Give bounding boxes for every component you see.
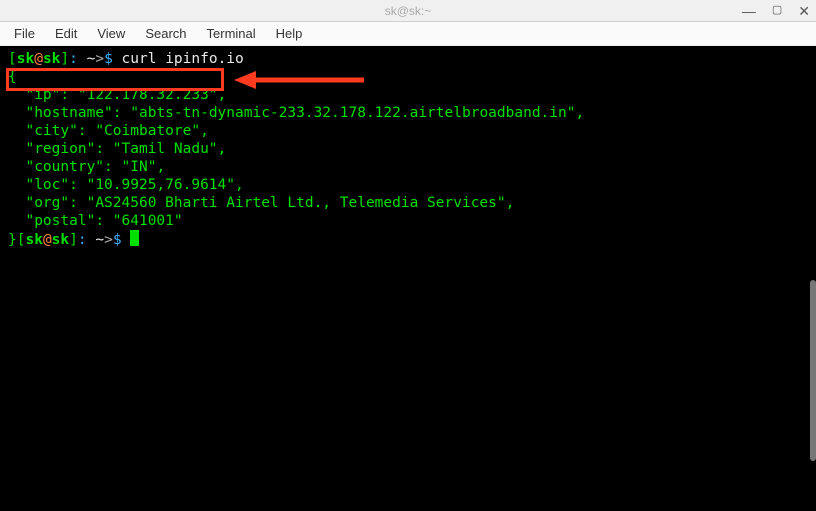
window-title: sk@sk:~ bbox=[385, 4, 432, 18]
menu-help[interactable]: Help bbox=[268, 24, 311, 43]
menubar: File Edit View Search Terminal Help bbox=[0, 22, 816, 46]
close-icon[interactable]: ✕ bbox=[798, 4, 810, 18]
output-hostname-key: "hostname" bbox=[25, 105, 112, 121]
output-postal-value: "641001" bbox=[113, 213, 183, 229]
output-city-key: "city" bbox=[25, 123, 77, 139]
command-text: curl ipinfo.io bbox=[122, 51, 244, 67]
titlebar: sk@sk:~ — ▢ ✕ bbox=[0, 0, 816, 22]
output-postal-key: "postal" bbox=[25, 213, 95, 229]
output-loc-value: "10.9925,76.9614" bbox=[87, 177, 235, 193]
maximize-icon[interactable]: ▢ bbox=[772, 5, 782, 16]
output-ip-value: "122.178.32.233" bbox=[78, 87, 218, 103]
menu-view[interactable]: View bbox=[89, 24, 133, 43]
output-region-value: "Tamil Nadu" bbox=[113, 141, 218, 157]
cursor bbox=[130, 230, 139, 246]
menu-edit[interactable]: Edit bbox=[47, 24, 85, 43]
scrollbar-thumb[interactable] bbox=[810, 280, 816, 461]
arrow-icon bbox=[234, 68, 364, 92]
terminal[interactable]: [sk@sk]: ~>$ curl ipinfo.io { "ip": "122… bbox=[0, 46, 816, 511]
menu-file[interactable]: File bbox=[6, 24, 43, 43]
menu-search[interactable]: Search bbox=[137, 24, 194, 43]
minimize-icon[interactable]: — bbox=[742, 4, 756, 18]
output-city-value: "Coimbatore" bbox=[95, 123, 200, 139]
output-ip-key: "ip" bbox=[25, 87, 60, 103]
window-controls: — ▢ ✕ bbox=[742, 0, 810, 21]
prompt-host: sk bbox=[43, 51, 60, 67]
output-loc-key: "loc" bbox=[25, 177, 69, 193]
scrollbar[interactable] bbox=[806, 56, 816, 487]
json-open-brace: { bbox=[8, 69, 17, 85]
prompt-user: sk bbox=[17, 51, 34, 67]
json-close-brace: } bbox=[8, 232, 17, 248]
output-country-value: "IN" bbox=[122, 159, 157, 175]
menu-terminal[interactable]: Terminal bbox=[199, 24, 264, 43]
output-org-value: "AS24560 Bharti Airtel Ltd., Telemedia S… bbox=[87, 195, 506, 211]
output-org-key: "org" bbox=[25, 195, 69, 211]
output-region-key: "region" bbox=[25, 141, 95, 157]
output-country-key: "country" bbox=[25, 159, 104, 175]
output-hostname-value: "abts-tn-dynamic-233.32.178.122.airtelbr… bbox=[130, 105, 575, 121]
